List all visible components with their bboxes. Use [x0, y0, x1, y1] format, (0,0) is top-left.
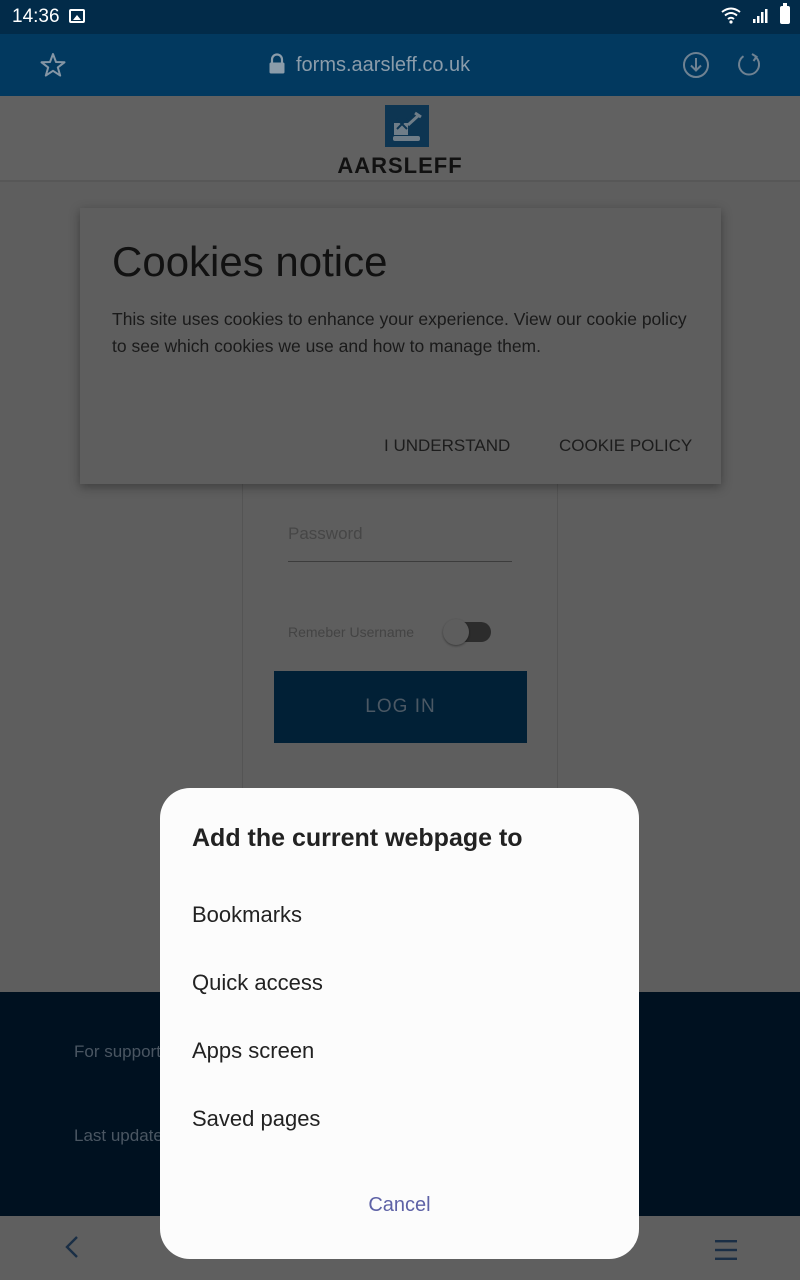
- toggle-knob: [443, 619, 469, 645]
- aarsleff-logo-icon: [385, 105, 429, 147]
- battery-icon: [780, 3, 790, 24]
- login-button[interactable]: LOG IN: [274, 671, 527, 743]
- sheet-item-saved-pages[interactable]: Saved pages: [192, 1106, 320, 1132]
- cookie-policy-button[interactable]: COOKIE POLICY: [559, 436, 692, 456]
- remember-username-label: Remeber Username: [288, 624, 415, 640]
- wifi-icon: [721, 7, 741, 24]
- sheet-item-bookmarks[interactable]: Bookmarks: [192, 902, 302, 928]
- password-placeholder: Password: [288, 524, 363, 543]
- footer-support-text: For support: [74, 1042, 160, 1061]
- password-input[interactable]: Password: [288, 522, 512, 562]
- gallery-icon: [69, 9, 85, 23]
- back-icon[interactable]: [60, 1234, 86, 1260]
- footer-updated-text: Last updated: [74, 1126, 160, 1145]
- cancel-button[interactable]: Cancel: [160, 1194, 639, 1217]
- url-text[interactable]: forms.aarsleff.co.uk: [296, 54, 470, 77]
- menu-icon[interactable]: [713, 1238, 739, 1262]
- download-icon[interactable]: [682, 51, 710, 79]
- signal-icon: [753, 9, 768, 23]
- reload-icon[interactable]: [735, 51, 763, 79]
- lock-icon: [269, 53, 285, 74]
- i-understand-button[interactable]: I UNDERSTAND: [384, 436, 510, 456]
- logo-text: AARSLEFF: [337, 153, 463, 178]
- remember-username-toggle[interactable]: [443, 619, 491, 645]
- sheet-item-apps-screen[interactable]: Apps screen: [192, 1038, 314, 1064]
- add-webpage-sheet: Add the current webpage to Bookmarks Qui…: [160, 788, 639, 1259]
- sheet-item-quick-access[interactable]: Quick access: [192, 970, 323, 996]
- site-header: AARSLEFF: [0, 96, 800, 182]
- status-time: 14:36: [12, 6, 60, 27]
- cookie-notice-title: Cookies notice: [112, 238, 388, 285]
- cookie-notice-body: This site uses cookies to enhance your e…: [112, 309, 687, 356]
- cookie-notice-dialog: Cookies notice This site uses cookies to…: [80, 208, 721, 484]
- status-bar: 14:36: [0, 0, 800, 34]
- browser-toolbar: forms.aarsleff.co.uk: [0, 34, 800, 96]
- star-icon[interactable]: [40, 52, 66, 78]
- sheet-title: Add the current webpage to: [192, 824, 523, 852]
